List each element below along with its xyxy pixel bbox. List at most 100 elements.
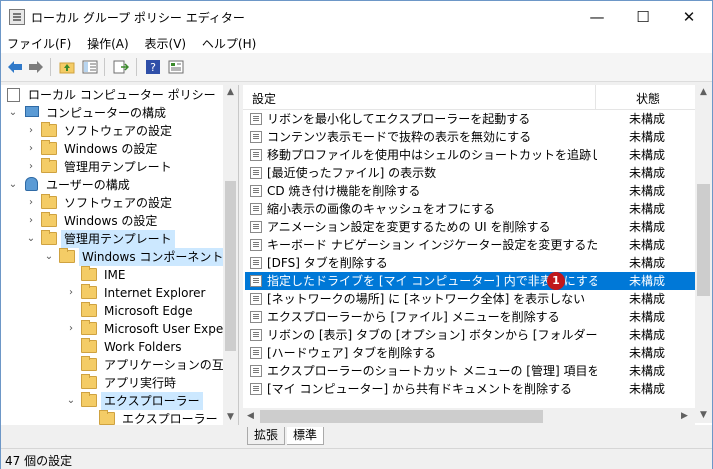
setting-name: 移動プロファイルを使用中はシェルのショートカットを追跡しない bbox=[267, 148, 597, 162]
tree-pane[interactable]: ローカル コンピューター ポリシー ⌄ コンピューターの構成 › ソフトウェアの… bbox=[1, 85, 239, 425]
chevron-right-icon[interactable]: › bbox=[25, 140, 37, 158]
setting-row[interactable]: コンテンツ表示モードで抜粋の表示を無効にする 未構成 bbox=[245, 128, 695, 146]
folder-icon bbox=[81, 302, 97, 317]
folder-icon bbox=[81, 374, 97, 389]
chevron-down-icon[interactable]: ⌄ bbox=[25, 230, 37, 248]
setting-row[interactable]: [ネットワークの場所] に [ネットワーク全体] を表示しない 未構成 bbox=[245, 290, 695, 308]
scroll-right-icon[interactable]: ▶ bbox=[681, 411, 688, 421]
minimize-button[interactable]: — bbox=[574, 1, 620, 32]
menu-action[interactable]: 操作(A) bbox=[81, 32, 135, 52]
scroll-up-icon[interactable]: ▲ bbox=[227, 87, 234, 97]
folder-icon bbox=[81, 320, 97, 335]
close-button[interactable]: ✕ bbox=[666, 1, 712, 32]
setting-name: [DFS] タブを削除する bbox=[267, 256, 388, 270]
settings-list-pane[interactable]: 設定 状態 リボンを最小化してエクスプローラーを起動する 未構成 コンテンツ表示モー… bbox=[243, 85, 712, 425]
setting-row[interactable]: CD 焼き付け機能を削除する 未構成 bbox=[245, 182, 695, 200]
tab-standard[interactable]: 標準 bbox=[287, 427, 325, 445]
column-header-setting[interactable]: 設定 bbox=[252, 90, 276, 107]
chevron-down-icon[interactable]: ⌄ bbox=[43, 248, 55, 266]
chevron-right-icon[interactable]: › bbox=[25, 158, 37, 176]
up-folder-icon[interactable] bbox=[58, 58, 76, 76]
setting-row[interactable]: [マイ コンピューター] から共有ドキュメントを削除する 未構成 bbox=[245, 380, 695, 398]
tree-scrollbar[interactable]: ▲ ▼ bbox=[223, 85, 238, 425]
column-header-state[interactable]: 状態 bbox=[636, 90, 660, 107]
setting-name: [最近使ったファイル] の表示数 bbox=[267, 166, 437, 180]
chevron-down-icon[interactable]: ⌄ bbox=[65, 392, 77, 410]
setting-row[interactable]: エクスプローラーのショートカット メニューの [管理] 項目を非表示にする 未構成 bbox=[245, 362, 695, 380]
tree-scroll-thumb[interactable] bbox=[225, 181, 236, 351]
setting-row[interactable]: [ハードウェア] タブを削除する 未構成 bbox=[245, 344, 695, 362]
policy-setting-icon bbox=[250, 167, 262, 179]
help-icon[interactable]: ? bbox=[144, 58, 162, 76]
svg-text:?: ? bbox=[150, 61, 156, 74]
setting-state: 未構成 bbox=[629, 184, 666, 198]
chevron-right-icon[interactable]: › bbox=[25, 122, 37, 140]
tab-extended[interactable]: 拡張 bbox=[247, 427, 286, 445]
show-hide-tree-icon[interactable] bbox=[81, 58, 99, 76]
properties-icon[interactable] bbox=[167, 58, 185, 76]
forward-arrow-icon[interactable] bbox=[27, 58, 45, 76]
setting-row[interactable]: エクスプローラーから [ファイル] メニューを削除する 未構成 bbox=[245, 308, 695, 326]
maximize-button[interactable]: ☐ bbox=[620, 1, 666, 32]
chevron-down-icon[interactable]: ⌄ bbox=[7, 104, 19, 122]
list-scrollbar[interactable]: ▲ ▼ bbox=[695, 85, 712, 423]
setting-name: コンテンツ表示モードで抜粋の表示を無効にする bbox=[267, 130, 532, 144]
policy-setting-icon bbox=[250, 131, 262, 143]
setting-row[interactable]: 移動プロファイルを使用中はシェルのショートカットを追跡しない 未構成 bbox=[245, 146, 695, 164]
folder-icon bbox=[41, 158, 57, 173]
folder-open-icon bbox=[59, 248, 75, 263]
column-divider[interactable] bbox=[595, 85, 596, 109]
scroll-up-icon[interactable]: ▲ bbox=[700, 87, 707, 97]
setting-state: 未構成 bbox=[629, 364, 666, 378]
scroll-down-icon[interactable]: ▼ bbox=[700, 410, 707, 420]
setting-row[interactable]: リボンの [表示] タブの [オプション] ボタンから [フォルダー オプション… bbox=[245, 326, 695, 344]
setting-row[interactable]: 指定したドライブを [マイ コンピューター] 内で非表示にする 未構成 1 bbox=[245, 272, 695, 290]
setting-row[interactable]: [最近使ったファイル] の表示数 未構成 bbox=[245, 164, 695, 182]
chevron-right-icon[interactable]: › bbox=[25, 194, 37, 212]
setting-row[interactable]: [DFS] タブを削除する 未構成 bbox=[245, 254, 695, 272]
setting-name: キーボード ナビゲーション インジケーター設定を変更するための UI を削 bbox=[267, 238, 597, 252]
policy-setting-icon bbox=[250, 275, 262, 287]
toolbar-separator bbox=[104, 58, 105, 76]
chevron-right-icon[interactable]: › bbox=[25, 212, 37, 230]
back-arrow-icon[interactable] bbox=[6, 58, 24, 76]
policy-setting-icon bbox=[250, 257, 262, 269]
scroll-down-icon[interactable]: ▼ bbox=[227, 412, 234, 422]
setting-state: 未構成 bbox=[629, 166, 666, 180]
menu-help[interactable]: ヘルプ(H) bbox=[196, 32, 262, 52]
setting-state: 未構成 bbox=[629, 202, 666, 216]
list-horizontal-scrollbar[interactable]: ◀ ▶ bbox=[243, 408, 695, 425]
chevron-right-icon[interactable]: › bbox=[65, 320, 77, 338]
setting-state: 未構成 bbox=[629, 292, 666, 306]
chevron-right-icon[interactable]: › bbox=[65, 284, 77, 302]
folder-icon bbox=[99, 410, 115, 425]
policy-setting-icon bbox=[250, 365, 262, 377]
setting-name: CD 焼き付け機能を削除する bbox=[267, 184, 421, 198]
toolbar-separator bbox=[136, 58, 137, 76]
policy-setting-icon bbox=[250, 293, 262, 305]
setting-state: 未構成 bbox=[629, 382, 666, 396]
policy-setting-icon bbox=[250, 347, 262, 359]
setting-row[interactable]: アニメーション設定を変更するための UI を削除する 未構成 bbox=[245, 218, 695, 236]
scroll-left-icon[interactable]: ◀ bbox=[247, 411, 254, 421]
menu-file[interactable]: ファイル(F) bbox=[1, 32, 77, 52]
view-tabs: 拡張 標準 bbox=[243, 427, 712, 447]
setting-row[interactable]: キーボード ナビゲーション インジケーター設定を変更するための UI を削 未構成 bbox=[245, 236, 695, 254]
status-text: 47 個の設定 bbox=[5, 454, 73, 468]
setting-state: 未構成 bbox=[629, 328, 666, 342]
setting-state: 未構成 bbox=[629, 148, 666, 162]
menu-view[interactable]: 表示(V) bbox=[139, 32, 193, 52]
chevron-down-icon[interactable]: ⌄ bbox=[7, 176, 19, 194]
list-scroll-thumb[interactable] bbox=[697, 184, 710, 296]
list-hscroll-thumb[interactable] bbox=[260, 410, 543, 423]
setting-name: 縮小表示の画像のキャッシュをオフにする bbox=[267, 202, 496, 216]
annotation-badge: 1 bbox=[547, 272, 565, 290]
policy-setting-icon bbox=[250, 185, 262, 197]
folder-icon bbox=[81, 338, 97, 353]
setting-row[interactable]: リボンを最小化してエクスプローラーを起動する 未構成 bbox=[245, 110, 695, 128]
setting-row[interactable]: 縮小表示の画像のキャッシュをオフにする 未構成 bbox=[245, 200, 695, 218]
policy-setting-icon bbox=[250, 383, 262, 395]
setting-name: エクスプローラーのショートカット メニューの [管理] 項目を非表示にする bbox=[267, 364, 597, 378]
export-list-icon[interactable] bbox=[112, 58, 130, 76]
setting-name: アニメーション設定を変更するための UI を削除する bbox=[267, 220, 551, 234]
